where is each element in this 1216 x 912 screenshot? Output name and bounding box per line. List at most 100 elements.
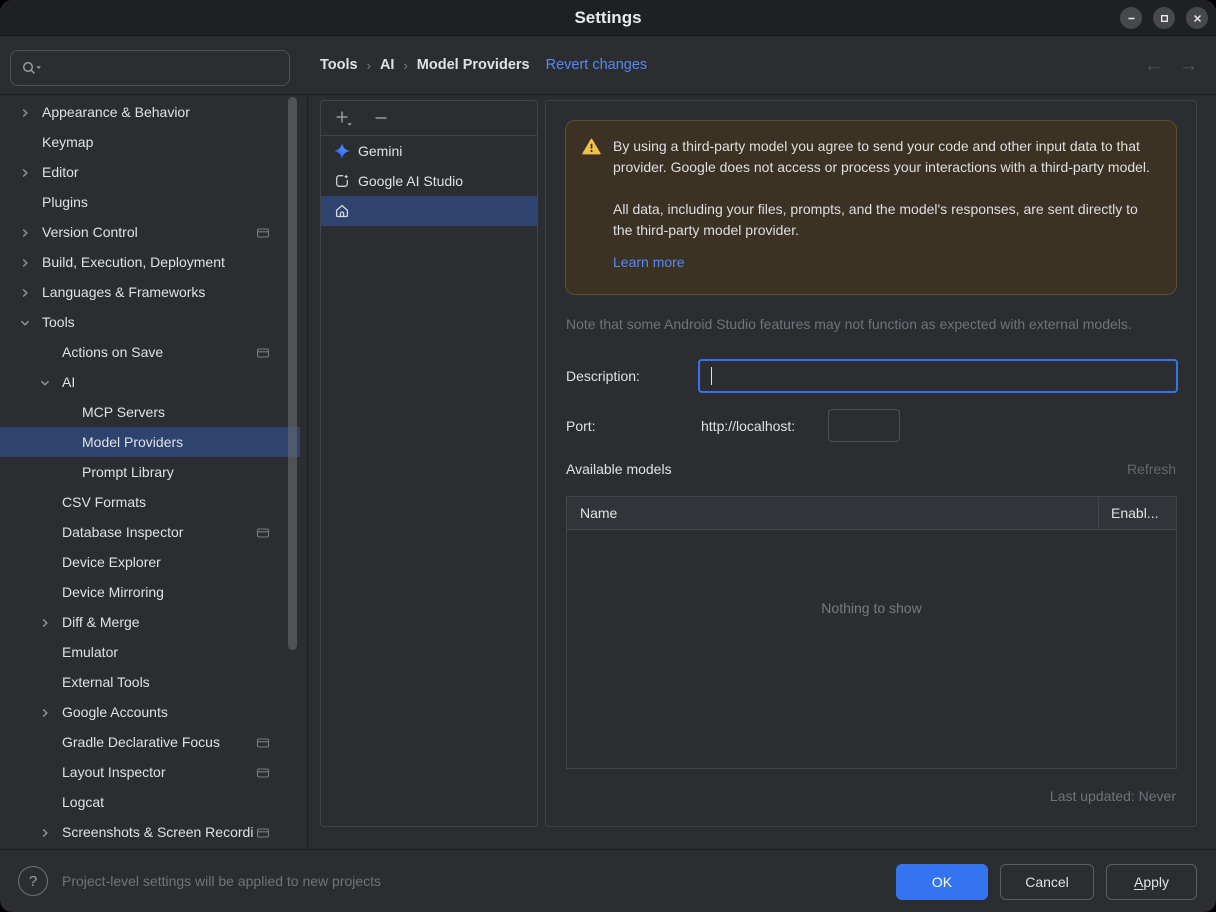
- help-button[interactable]: ?: [18, 866, 48, 896]
- footer-hint: Project-level settings will be applied t…: [62, 873, 382, 889]
- sidebar-item-csv-formats[interactable]: CSV Formats: [0, 487, 300, 517]
- sidebar-item-emulator[interactable]: Emulator: [0, 637, 300, 667]
- sidebar-item-label: Device Mirroring: [62, 584, 164, 600]
- sidebar-item-mcp-servers[interactable]: MCP Servers: [0, 397, 300, 427]
- chevron-right-icon[interactable]: [19, 256, 31, 268]
- models-table: Name Enabl... Nothing to show: [566, 496, 1177, 769]
- provider-settings-panel: By using a third-party model you agree t…: [545, 100, 1197, 827]
- port-label: Port:: [566, 418, 596, 434]
- chevron-right-icon[interactable]: [19, 166, 31, 178]
- provider-item-label: Gemini: [358, 143, 403, 159]
- sidebar-item-label: Keymap: [42, 134, 94, 150]
- sidebar-scrollbar[interactable]: [288, 97, 297, 650]
- sidebar-item-label: Diff & Merge: [62, 614, 140, 630]
- refresh-button[interactable]: Refresh: [1127, 461, 1176, 477]
- provider-item-home-icon[interactable]: [321, 196, 537, 226]
- learn-more-link[interactable]: Learn more: [613, 252, 1156, 273]
- sidebar-item-label: Device Explorer: [62, 554, 161, 570]
- sidebar-item-label: External Tools: [62, 674, 150, 690]
- sidebar-item-label: Google Accounts: [62, 704, 168, 720]
- chevron-right-icon[interactable]: [39, 706, 51, 718]
- sidebar-item-prompt-library[interactable]: Prompt Library: [0, 457, 300, 487]
- sidebar-item-version-control[interactable]: Version Control: [0, 217, 300, 247]
- sidebar-item-model-providers[interactable]: Model Providers: [0, 427, 300, 457]
- settings-dialog: Settings Tools›AI›Model Providers Re: [0, 0, 1216, 912]
- port-prefix: http://localhost:: [701, 418, 796, 434]
- chevron-right-icon[interactable]: [19, 286, 31, 298]
- provider-item-label: Google AI Studio: [358, 173, 464, 189]
- breadcrumb-item-tools[interactable]: Tools: [320, 57, 358, 73]
- models-table-body: Nothing to show: [567, 530, 1176, 769]
- sidebar-item-diff-merge[interactable]: Diff & Merge: [0, 607, 300, 637]
- ok-button[interactable]: OK: [896, 864, 988, 900]
- sidebar-item-appearance-behavior[interactable]: Appearance & Behavior: [0, 97, 300, 127]
- sidebar-item-layout-inspector[interactable]: Layout Inspector: [0, 757, 300, 787]
- cancel-button[interactable]: Cancel: [1000, 864, 1094, 900]
- breadcrumb: Tools › AI › Model Providers Revert changes: [320, 36, 647, 94]
- modified-settings-icon: [256, 526, 270, 542]
- remove-icon: [375, 117, 387, 119]
- maximize-button[interactable]: [1153, 7, 1175, 29]
- sidebar-item-external-tools[interactable]: External Tools: [0, 667, 300, 697]
- sidebar-item-plugins[interactable]: Plugins: [0, 187, 300, 217]
- sidebar-item-google-accounts[interactable]: Google Accounts: [0, 697, 300, 727]
- chevron-right-icon[interactable]: [39, 826, 51, 838]
- breadcrumb-items: Tools › AI › Model Providers: [320, 57, 530, 73]
- sidebar-item-gradle-declarative-focus[interactable]: Gradle Declarative Focus: [0, 727, 300, 757]
- search-box: [10, 50, 290, 86]
- settings-sidebar: Appearance & Behavior Keymap Editor Plugins…: [0, 95, 308, 849]
- add-provider-button[interactable]: [333, 108, 355, 128]
- sidebar-item-screenshots-screen-recordi[interactable]: Screenshots & Screen Recordi: [0, 817, 300, 847]
- sidebar-item-tools[interactable]: Tools: [0, 307, 300, 337]
- sidebar-item-editor[interactable]: Editor: [0, 157, 300, 187]
- close-button[interactable]: [1186, 7, 1208, 29]
- minimize-button[interactable]: [1120, 7, 1142, 29]
- chevron-down-icon[interactable]: [39, 376, 51, 388]
- question-mark-icon: ?: [28, 872, 38, 890]
- sidebar-item-keymap[interactable]: Keymap: [0, 127, 300, 157]
- chevron-down-icon[interactable]: [19, 316, 31, 328]
- port-input[interactable]: [828, 409, 900, 442]
- minimize-icon: [1128, 17, 1134, 19]
- description-input[interactable]: [698, 359, 1178, 393]
- sidebar-item-database-inspector[interactable]: Database Inspector: [0, 517, 300, 547]
- last-updated-label: Last updated: Never: [1049, 788, 1176, 804]
- sidebar-item-label: Build, Execution, Deployment: [42, 254, 225, 270]
- apply-button[interactable]: Apply: [1106, 864, 1197, 900]
- sidebar-item-build-execution-deployment[interactable]: Build, Execution, Deployment: [0, 247, 300, 277]
- breadcrumb-separator-icon: ›: [366, 57, 371, 73]
- modified-settings-icon: [256, 736, 270, 752]
- sidebar-item-logcat[interactable]: Logcat: [0, 787, 300, 817]
- sidebar-item-label: Languages & Frameworks: [42, 284, 206, 300]
- modified-settings-icon: [256, 346, 270, 362]
- remove-provider-button[interactable]: [370, 108, 392, 128]
- search-input[interactable]: [10, 50, 290, 86]
- modified-settings-icon: [256, 766, 270, 782]
- back-arrow-icon[interactable]: ←: [1144, 56, 1163, 75]
- chevron-right-icon[interactable]: [19, 106, 31, 118]
- revert-changes-link[interactable]: Revert changes: [546, 57, 648, 73]
- warning-paragraph-2: All data, including your files, prompts,…: [613, 201, 1138, 238]
- sidebar-item-label: Prompt Library: [82, 464, 174, 480]
- forward-arrow-icon[interactable]: →: [1179, 56, 1198, 75]
- window-controls: [1120, 7, 1208, 29]
- breadcrumb-item-model-providers[interactable]: Model Providers: [417, 57, 530, 73]
- sidebar-item-languages-frameworks[interactable]: Languages & Frameworks: [0, 277, 300, 307]
- sidebar-item-device-explorer[interactable]: Device Explorer: [0, 547, 300, 577]
- third-party-warning-banner: By using a third-party model you agree t…: [565, 120, 1177, 295]
- models-table-header: Name Enabl...: [567, 497, 1176, 530]
- sidebar-item-label: CSV Formats: [62, 494, 147, 510]
- sidebar-item-ai[interactable]: AI: [0, 367, 300, 397]
- maximize-icon: [1160, 14, 1168, 22]
- empty-table-message: Nothing to show: [821, 600, 922, 616]
- column-header-enabled: Enabl...: [1098, 497, 1176, 529]
- sidebar-item-device-mirroring[interactable]: Device Mirroring: [0, 577, 300, 607]
- provider-item-google-ai-studio[interactable]: Google AI Studio: [321, 166, 537, 196]
- provider-item-gemini[interactable]: Gemini: [321, 136, 537, 166]
- sidebar-item-actions-on-save[interactable]: Actions on Save: [0, 337, 300, 367]
- chevron-right-icon[interactable]: [19, 226, 31, 238]
- breadcrumb-item-ai[interactable]: AI: [380, 57, 395, 73]
- chevron-right-icon[interactable]: [39, 616, 51, 628]
- column-header-name: Name: [580, 505, 618, 521]
- breadcrumb-separator-icon: ›: [403, 57, 408, 73]
